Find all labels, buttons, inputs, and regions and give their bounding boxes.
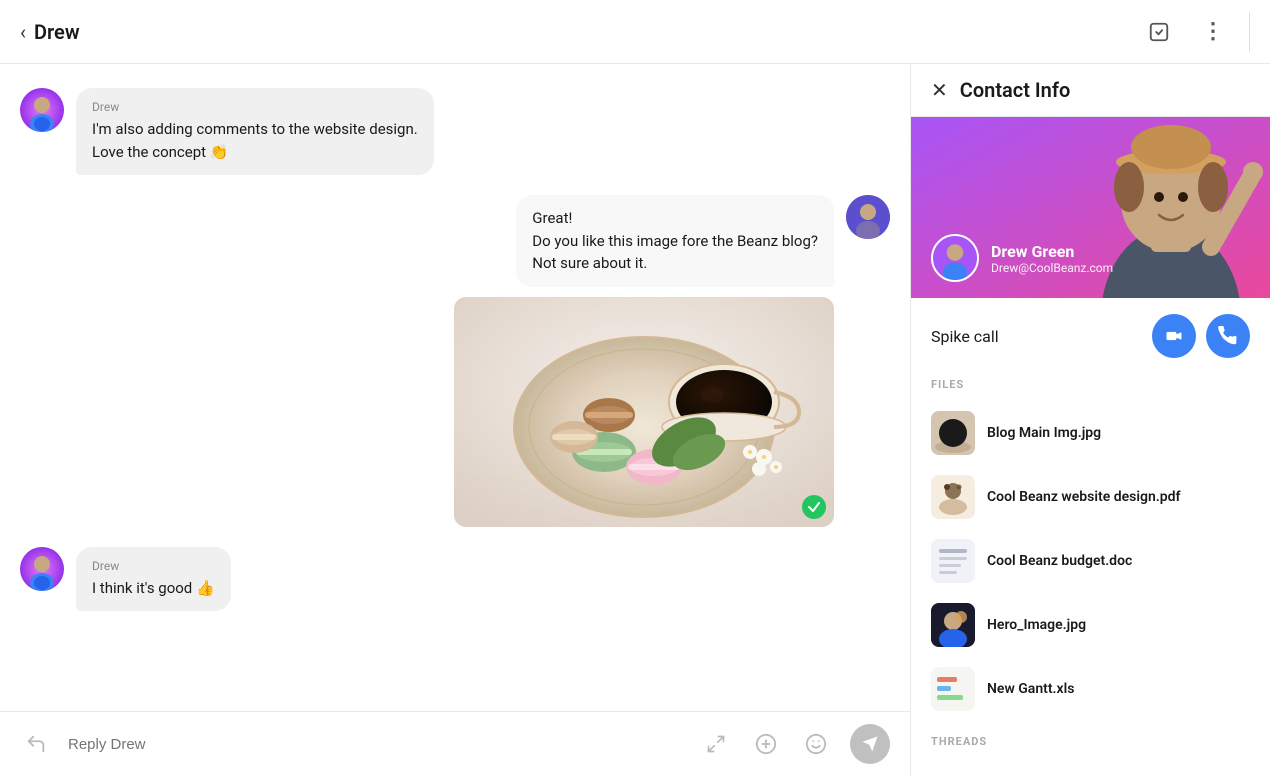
check-icon-button[interactable] — [1141, 14, 1177, 50]
add-icon[interactable] — [750, 728, 782, 760]
file-item-4[interactable]: Hero_Image.jpg — [931, 595, 1250, 655]
more-options-button[interactable]: ⋮ — [1195, 14, 1231, 50]
file-thumb-1 — [931, 411, 975, 455]
chat-header: ‹ Drew ⋮ — [0, 0, 1270, 64]
contact-name-info: Drew Green Drew@CoolBeanz.com — [991, 242, 1113, 275]
file-name-4: Hero_Image.jpg — [987, 617, 1086, 633]
contact-avatar-small — [931, 234, 979, 282]
spike-call-label: Spike call — [931, 327, 999, 346]
emoji-icon[interactable] — [800, 728, 832, 760]
spike-call-row: Spike call — [931, 314, 1250, 358]
contact-hero-image: Drew Green Drew@CoolBeanz.com — [911, 117, 1270, 298]
file-name-3: Cool Beanz budget.doc — [987, 553, 1132, 569]
contact-info-title: Contact Info — [960, 78, 1071, 102]
phone-call-button[interactable] — [1206, 314, 1250, 358]
sent-avatar — [846, 195, 890, 239]
chat-title: Drew — [34, 20, 80, 44]
chat-area: Drew I'm also adding comments to the web… — [0, 64, 910, 776]
message-sender-3: Drew — [92, 559, 215, 573]
contact-full-name: Drew Green — [991, 242, 1113, 261]
file-thumb-2 — [931, 475, 975, 519]
message-text-3: I think it's good 👍 — [92, 577, 215, 600]
message-bubble-2: Great!Do you like this image fore the Be… — [516, 195, 834, 287]
file-thumb-4 — [931, 603, 975, 647]
reply-input[interactable] — [68, 736, 684, 753]
message-sender-1: Drew — [92, 100, 418, 114]
messages-list: Drew I'm also adding comments to the web… — [0, 64, 910, 711]
file-list: Blog Main Img.jpg Cool Beanz website de — [931, 403, 1250, 719]
reply-icon[interactable] — [20, 728, 52, 760]
contact-name-overlay: Drew Green Drew@CoolBeanz.com — [931, 234, 1113, 282]
read-receipt — [802, 495, 826, 519]
close-contact-panel-button[interactable]: ✕ — [931, 78, 948, 102]
header-actions: ⋮ — [1141, 12, 1250, 52]
message-text-1: I'm also adding comments to the website … — [92, 118, 418, 163]
back-button[interactable]: ‹ — [20, 20, 26, 44]
message-bubble-3: Drew I think it's good 👍 — [76, 547, 231, 612]
message-sent-2: Great!Do you like this image fore the Be… — [20, 195, 890, 527]
call-buttons — [1152, 314, 1250, 358]
message-received-3: Drew I think it's good 👍 — [20, 547, 890, 612]
file-name-2: Cool Beanz website design.pdf — [987, 489, 1180, 505]
file-thumb-5 — [931, 667, 975, 711]
file-item-3[interactable]: Cool Beanz budget.doc — [931, 531, 1250, 591]
sent-content-2: Great!Do you like this image fore the Be… — [454, 195, 834, 527]
contact-info-header: ✕ Contact Info — [911, 64, 1270, 117]
header-divider — [1249, 12, 1250, 52]
expand-icon[interactable] — [700, 728, 732, 760]
file-thumb-3 — [931, 539, 975, 583]
drew-avatar-2 — [20, 547, 64, 591]
file-name-5: New Gantt.xls — [987, 681, 1074, 697]
contact-info-panel: ✕ Contact Info — [910, 64, 1270, 776]
file-item-2[interactable]: Cool Beanz website design.pdf — [931, 467, 1250, 527]
message-text-2: Great!Do you like this image fore the Be… — [532, 207, 818, 275]
message-image-2 — [454, 297, 834, 527]
message-bubble-1: Drew I'm also adding comments to the web… — [76, 88, 434, 175]
header-left: ‹ Drew — [20, 20, 1141, 44]
drew-avatar — [20, 88, 64, 132]
file-name-1: Blog Main Img.jpg — [987, 425, 1101, 441]
contact-email: Drew@CoolBeanz.com — [991, 261, 1113, 275]
main-layout: Drew I'm also adding comments to the web… — [0, 64, 1270, 776]
threads-section: THREADS — [931, 735, 1250, 748]
file-item-5[interactable]: New Gantt.xls — [931, 659, 1250, 719]
send-button[interactable] — [850, 724, 890, 764]
contact-body: Spike call FILES — [911, 298, 1270, 776]
file-item-1[interactable]: Blog Main Img.jpg — [931, 403, 1250, 463]
input-actions — [700, 724, 890, 764]
files-section-label: FILES — [931, 378, 1250, 391]
video-call-button[interactable] — [1152, 314, 1196, 358]
message-received-1: Drew I'm also adding comments to the web… — [20, 88, 890, 175]
input-bar — [0, 711, 910, 776]
threads-section-label: THREADS — [931, 735, 1250, 748]
